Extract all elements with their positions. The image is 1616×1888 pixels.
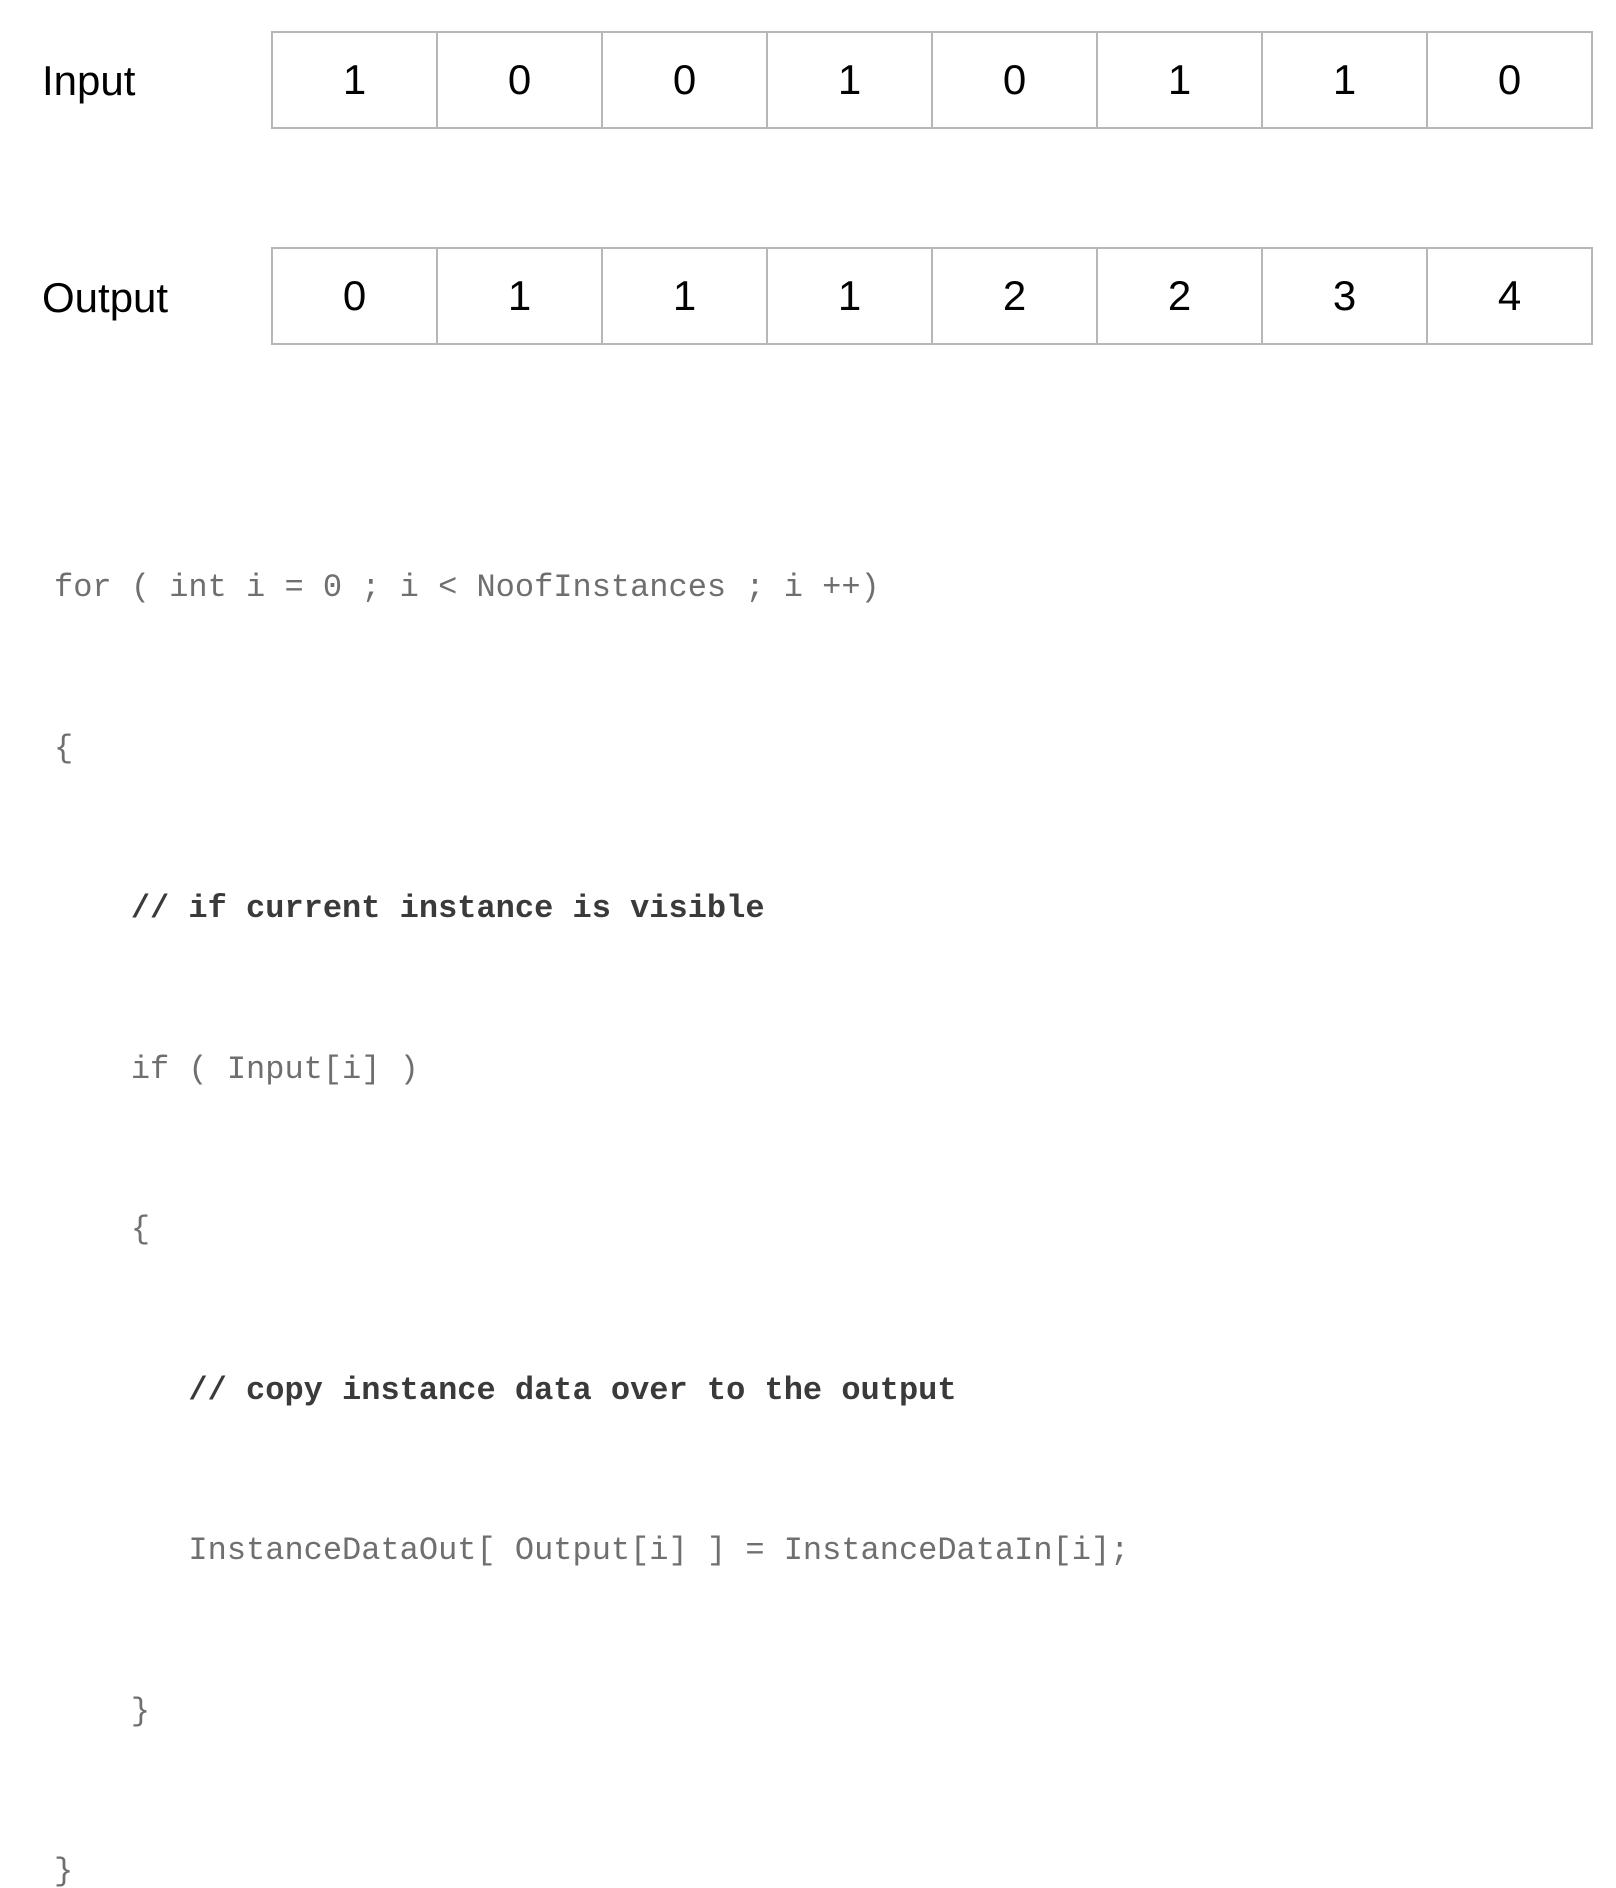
- output-cell: 1: [436, 249, 601, 343]
- input-cell: 1: [1261, 33, 1426, 127]
- output-cell: 4: [1426, 249, 1591, 343]
- input-row-label: Input: [42, 57, 136, 104]
- output-cell: 0: [342, 272, 367, 319]
- code-line: for ( int i = 0 ; i < NoofInstances ; i …: [54, 569, 880, 606]
- input-cell: 0: [1426, 33, 1591, 127]
- output-cell: 3: [1261, 249, 1426, 343]
- input-cell: 0: [931, 33, 1096, 127]
- code-line: {: [54, 729, 74, 767]
- input-array: 1 0 0 1 0 1 1 0: [271, 31, 1593, 129]
- input-cell: 0: [436, 33, 601, 127]
- code-line: }: [54, 1692, 151, 1730]
- output-row-label: Output: [42, 274, 169, 321]
- output-cell: 2: [931, 249, 1096, 343]
- code-line: }: [54, 1853, 74, 1888]
- output-cell: 1: [601, 249, 766, 343]
- input-cell: 0: [601, 33, 766, 127]
- code-block: for ( int i = 0 ; i < NoofInstances ; i …: [54, 454, 1129, 1888]
- output-cell: 1: [766, 249, 931, 343]
- output-cell: 2: [1096, 249, 1261, 343]
- output-array: 0 1 1 1 2 2 3 4: [271, 247, 1593, 345]
- input-cell: 1: [1096, 33, 1261, 127]
- code-line: if ( Input[i] ): [54, 1050, 419, 1088]
- input-cell: 1: [342, 56, 367, 103]
- input-cell: 1: [766, 33, 931, 127]
- code-line: InstanceDataOut[ Output[i] ] = InstanceD…: [54, 1532, 1130, 1569]
- code-comment: // copy instance data over to the output: [54, 1371, 957, 1409]
- code-comment: // if current instance is visible: [54, 890, 765, 927]
- code-line: {: [54, 1211, 151, 1248]
